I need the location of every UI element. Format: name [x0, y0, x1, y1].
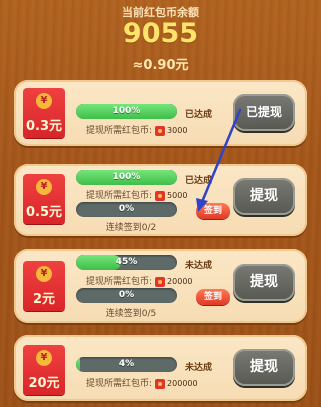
- streak-progress-percent: 0%: [118, 290, 135, 300]
- requirement-value: 20000: [167, 277, 193, 286]
- red-packet-coin-icon: [155, 378, 166, 389]
- streak-text: 连续签到0/5: [105, 309, 157, 319]
- progress-percent: 100%: [112, 172, 141, 182]
- requirement-label: 提现所需红包币:: [86, 277, 153, 287]
- red-packet-icon: ¥ 0.3元: [23, 88, 65, 138]
- balance-header: 当前红包币余额 9055 ≈0.90元: [0, 0, 321, 78]
- withdrawn-button[interactable]: 已提现: [233, 94, 295, 131]
- progress-bar: 4%: [76, 357, 177, 372]
- status-text: 未达成: [185, 261, 213, 271]
- progress-bar: 45%: [76, 255, 177, 270]
- requirement-text: 提现所需红包币: 200000: [86, 376, 198, 389]
- yuan-coin-icon: ¥: [36, 350, 52, 366]
- red-packet-coin-icon: [155, 125, 166, 136]
- requirement-value: 5000: [167, 191, 188, 200]
- requirement-label: 提现所需红包币:: [86, 126, 153, 136]
- withdraw-card-20: ¥ 20元 4% 未达成 提现所需红包币: 200000 提现: [14, 335, 307, 401]
- requirement-text: 提现所需红包币: 20000: [86, 274, 193, 287]
- rmb-equivalent: ≈0.90元: [132, 58, 189, 73]
- withdraw-button[interactable]: 提现: [233, 178, 295, 215]
- streak-text: 连续签到0/2: [105, 223, 157, 233]
- requirement-label: 提现所需红包币:: [86, 379, 153, 389]
- withdraw-button[interactable]: 提现: [233, 264, 295, 301]
- streak-progress-percent: 0%: [118, 204, 135, 214]
- progress-bar: 100%: [76, 170, 177, 185]
- sign-in-button[interactable]: 签到: [196, 203, 230, 219]
- yuan-coin-icon: ¥: [36, 179, 52, 195]
- red-packet-coin-icon: [155, 190, 166, 201]
- progress-percent: 45%: [115, 257, 138, 267]
- requirement-value: 200000: [167, 379, 198, 388]
- withdraw-card-2: ¥ 2元 45% 未达成 提现所需红包币: 20000 0% 签到 连续签到0/5…: [14, 249, 307, 323]
- requirement-text: 提现所需红包币: 3000: [86, 123, 187, 136]
- red-packet-coin-icon: [155, 276, 166, 287]
- withdraw-amount: 2元: [32, 292, 56, 307]
- withdraw-amount: 20元: [28, 376, 60, 391]
- requirement-label: 提现所需红包币:: [86, 191, 153, 201]
- status-text: 已达成: [185, 176, 213, 186]
- status-text: 未达成: [185, 363, 213, 373]
- withdraw-amount: 0.3元: [25, 119, 63, 134]
- yuan-coin-icon: ¥: [36, 266, 52, 282]
- progress-bar: 100%: [76, 104, 177, 119]
- withdraw-card-0-3: ¥ 0.3元 100% 已达成 提现所需红包币: 3000 已提现: [14, 80, 307, 146]
- red-packet-icon: ¥ 2元: [23, 261, 65, 311]
- yuan-coin-icon: ¥: [36, 93, 52, 109]
- withdraw-card-0-5: ¥ 0.5元 100% 已达成 提现所需红包币: 5000 0% 签到 连续签到0…: [14, 164, 307, 236]
- streak-progress-bar: 0%: [76, 202, 177, 217]
- streak-progress-bar: 0%: [76, 288, 177, 303]
- sign-in-button[interactable]: 签到: [196, 289, 230, 305]
- withdraw-button[interactable]: 提现: [233, 349, 295, 386]
- red-packet-icon: ¥ 20元: [23, 345, 65, 395]
- coin-balance: 9055: [122, 18, 199, 49]
- withdraw-amount: 0.5元: [25, 205, 63, 220]
- red-packet-icon: ¥ 0.5元: [23, 174, 65, 224]
- status-text: 已达成: [185, 110, 213, 120]
- requirement-value: 3000: [167, 126, 188, 135]
- progress-percent: 100%: [112, 106, 141, 116]
- progress-percent: 4%: [118, 359, 135, 369]
- requirement-text: 提现所需红包币: 5000: [86, 188, 187, 201]
